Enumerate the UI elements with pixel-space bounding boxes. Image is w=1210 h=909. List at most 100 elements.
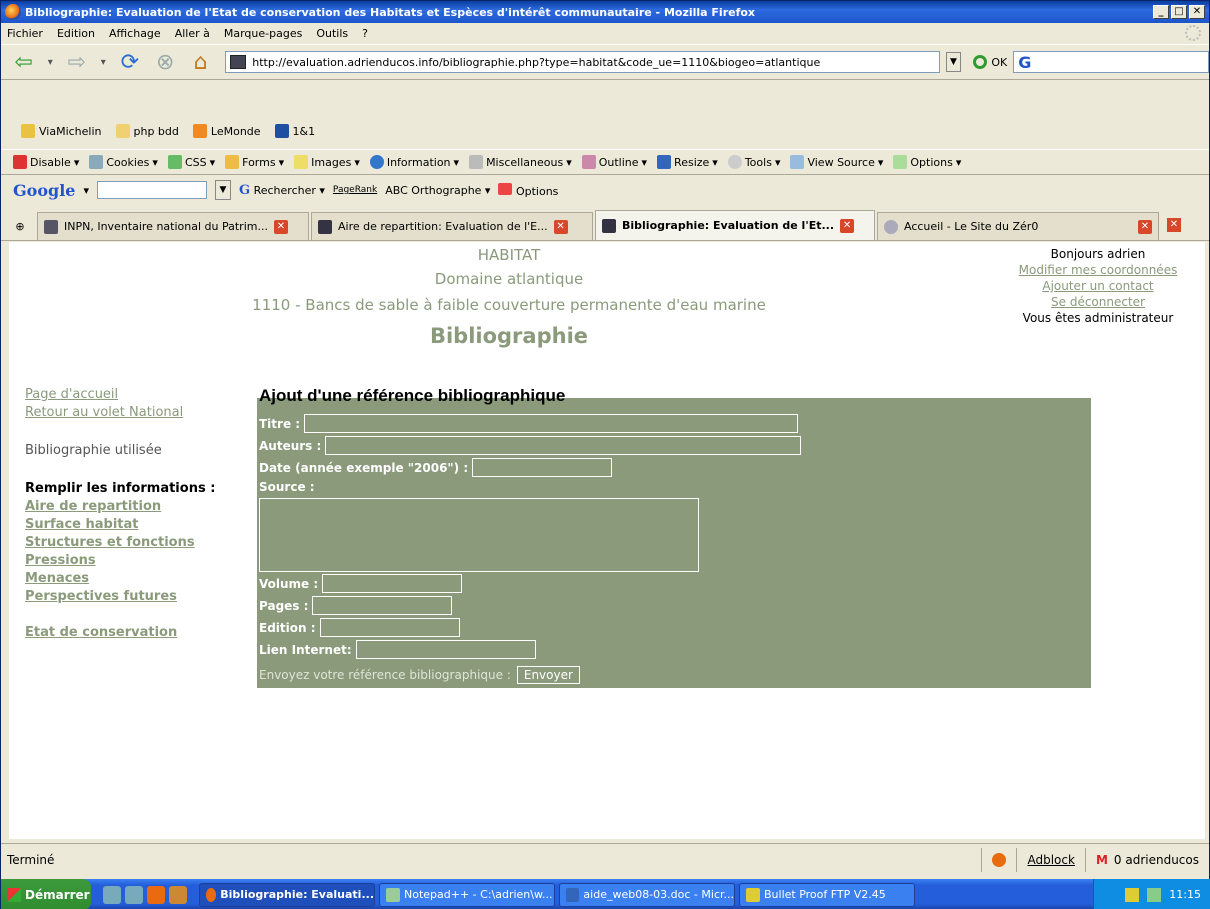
start-button[interactable]: Démarrer: [1, 879, 91, 909]
home-icon[interactable]: ⌂: [186, 48, 215, 76]
url-dropdown-icon[interactable]: ▼: [945, 52, 962, 72]
sidebar-item-aire[interactable]: Aire de repartition: [25, 498, 255, 516]
window-controls: _ □ ✕: [1153, 5, 1205, 19]
search-input[interactable]: G: [1013, 51, 1210, 73]
reload-icon[interactable]: ⟳: [115, 48, 144, 76]
adblock-button[interactable]: Adblock: [1016, 847, 1084, 872]
google-options-button[interactable]: Options: [498, 182, 558, 198]
dev-resize[interactable]: Resize ▾: [657, 155, 718, 169]
pagerank-label[interactable]: PageRank: [333, 185, 377, 195]
menu-outils[interactable]: Outils: [316, 27, 348, 40]
sidebar-item-surface[interactable]: Surface habitat: [25, 516, 255, 534]
sidebar-item-perspectives[interactable]: Perspectives futures: [25, 588, 255, 606]
dev-view-source[interactable]: View Source ▾: [790, 155, 883, 169]
close-all-tabs-icon[interactable]: ✕: [1167, 218, 1181, 232]
pages-field[interactable]: [312, 596, 453, 615]
google-logo-dropdown-icon[interactable]: ▾: [83, 184, 89, 197]
task-ftp[interactable]: Bullet Proof FTP V2.45: [739, 882, 915, 907]
tab-aire-repartition[interactable]: Aire de repartition: Evaluation de l'E..…: [311, 212, 593, 240]
show-desktop-icon[interactable]: [103, 885, 121, 904]
authors-field[interactable]: [325, 436, 802, 455]
task-word[interactable]: aide_web08-03.doc - Micr...: [559, 882, 735, 907]
tab-close-icon[interactable]: ✕: [553, 219, 568, 234]
edit-profile-link[interactable]: Modifier mes coordonnées: [1003, 262, 1193, 278]
add-contact-link[interactable]: Ajouter un contact: [1003, 278, 1193, 294]
forward-icon[interactable]: ⇨: [62, 48, 91, 76]
spellcheck-button[interactable]: ABC Orthographe ▾: [385, 184, 490, 197]
windows-logo-icon: [7, 887, 21, 902]
bookmark-php-bdd[interactable]: php bdd: [115, 124, 179, 138]
menu-marque-pages[interactable]: Marque-pages: [224, 27, 302, 40]
dev-images[interactable]: Images ▾: [294, 155, 360, 169]
menu-affichage[interactable]: Affichage: [109, 27, 161, 40]
dev-miscellaneous[interactable]: Miscellaneous ▾: [469, 155, 572, 169]
tab-inpn[interactable]: INPN, Inventaire national du Patrim... ✕: [37, 212, 309, 240]
url-bar[interactable]: http://evaluation.adrienducos.info/bibli…: [225, 51, 940, 73]
tray-icon[interactable]: [1125, 887, 1140, 902]
network-icon[interactable]: [1147, 887, 1162, 902]
go-button[interactable]: OK: [973, 55, 1007, 69]
google-logo[interactable]: Google: [13, 181, 75, 200]
notepad-icon: [386, 887, 400, 902]
new-tab-icon[interactable]: ⊕: [5, 212, 35, 240]
dev-forms[interactable]: Forms ▾: [225, 155, 284, 169]
dev-tools[interactable]: Tools ▾: [727, 155, 780, 169]
sidebar-item-etat[interactable]: Etat de conservation: [25, 624, 255, 642]
forward-dropdown-icon[interactable]: ▾: [97, 48, 109, 76]
tools-icon: [727, 155, 742, 169]
menu-edition[interactable]: Edition: [57, 27, 95, 40]
close-button[interactable]: ✕: [1189, 5, 1205, 19]
back-icon[interactable]: ⇦: [9, 48, 38, 76]
menu-help[interactable]: ?: [362, 27, 368, 40]
minimize-button[interactable]: _: [1153, 5, 1169, 19]
sidebar-item-pressions[interactable]: Pressions: [25, 552, 255, 570]
logout-link[interactable]: Se déconnecter: [1003, 294, 1193, 310]
send-button[interactable]: Envoyer: [516, 666, 580, 684]
bookmark-viamichelin[interactable]: ViaMichelin: [21, 124, 102, 138]
sidebar-home-link[interactable]: Page d'accueil: [25, 386, 255, 404]
dev-outline[interactable]: Outline ▾: [581, 155, 647, 169]
tab-bibliographie[interactable]: Bibliographie: Evaluation de l'Et... ✕: [595, 210, 875, 240]
firefox-status-icon[interactable]: [981, 847, 1016, 872]
task-notepad[interactable]: Notepad++ - C:\adrien\w...: [379, 882, 555, 907]
firefox-launch-icon[interactable]: [147, 885, 165, 904]
menu-fichier[interactable]: Fichier: [7, 27, 43, 40]
dev-disable[interactable]: Disable ▾: [13, 155, 79, 169]
dev-cookies[interactable]: Cookies ▾: [89, 155, 158, 169]
source-field[interactable]: [259, 498, 699, 572]
edition-field[interactable]: [319, 618, 460, 637]
date-field[interactable]: [472, 458, 613, 477]
rss-icon: [192, 124, 207, 138]
title-field[interactable]: [304, 414, 799, 433]
search-icon[interactable]: [125, 885, 143, 904]
task-firefox[interactable]: Bibliographie: Evaluati...: [199, 882, 375, 907]
dev-information[interactable]: Information ▾: [369, 155, 459, 169]
google-search-button[interactable]: G Rechercher ▾: [239, 183, 325, 198]
volume-field-row: Volume :: [259, 574, 463, 593]
browser-launch-icon[interactable]: [169, 885, 187, 904]
google-search-input[interactable]: [96, 181, 207, 199]
link-field[interactable]: [355, 640, 536, 659]
volume-field[interactable]: [322, 574, 463, 593]
tab-close-icon[interactable]: ✕: [273, 219, 288, 234]
oneandone-icon: [274, 124, 289, 138]
title-bar[interactable]: Bibliographie: Evaluation de l'Etat de c…: [1, 1, 1209, 23]
tab-close-icon[interactable]: ✕: [840, 218, 855, 233]
sidebar-item-structures[interactable]: Structures et fonctions: [25, 534, 255, 552]
sidebar-national-link[interactable]: Retour au volet National: [25, 404, 255, 422]
mail-icon: M: [1095, 852, 1108, 867]
maximize-button[interactable]: □: [1171, 5, 1187, 19]
tab-site-du-zero[interactable]: Accueil - Le Site du Zér0 ✕: [877, 212, 1159, 240]
menu-aller[interactable]: Aller à: [175, 27, 210, 40]
back-dropdown-icon[interactable]: ▾: [44, 48, 56, 76]
sidebar-item-menaces[interactable]: Menaces: [25, 570, 255, 588]
bookmark-1and1[interactable]: 1&1: [274, 124, 315, 138]
user-panel: Bonjours adrien Modifier mes coordonnées…: [1003, 246, 1193, 326]
bookmark-lemonde[interactable]: LeMonde: [192, 124, 261, 138]
gmail-notifier[interactable]: M0 adrienducos: [1084, 847, 1209, 872]
tab-close-icon[interactable]: ✕: [1138, 219, 1152, 234]
dev-options[interactable]: Options ▾: [893, 155, 961, 169]
stop-icon[interactable]: ⊗: [151, 48, 180, 76]
dev-css[interactable]: CSS ▾: [167, 155, 215, 169]
google-search-dropdown-icon[interactable]: ▼: [214, 180, 231, 200]
